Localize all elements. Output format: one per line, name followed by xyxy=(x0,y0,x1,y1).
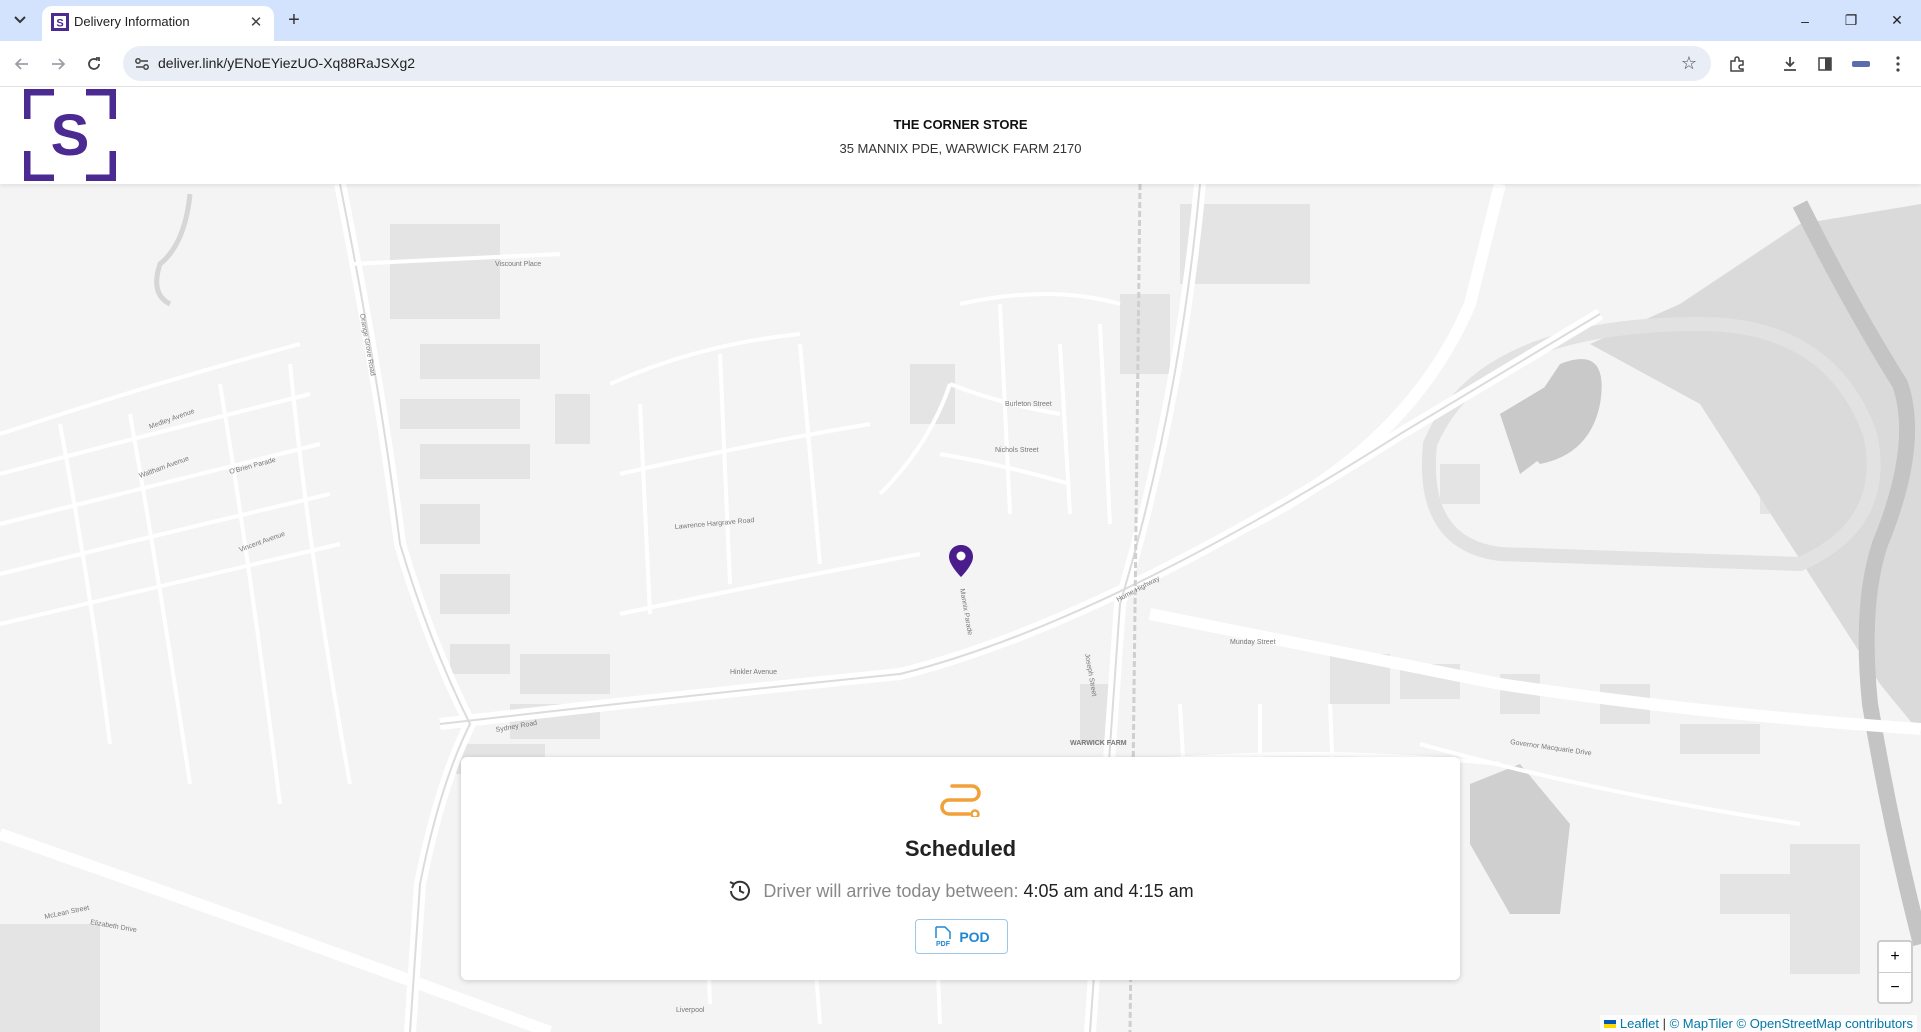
store-header: S THE CORNER STORE 35 MANNIX PDE, WARWIC… xyxy=(0,87,1921,184)
route-icon xyxy=(940,784,981,817)
svg-text:Burleton Street: Burleton Street xyxy=(1005,401,1052,408)
chevron-down-icon xyxy=(14,16,26,24)
arrow-left-icon xyxy=(14,58,28,70)
url-text[interactable]: deliver.link/yENoEYiezUO-Xq88RaJSXg2 xyxy=(158,55,415,71)
tab-search-button[interactable] xyxy=(8,8,32,32)
back-button[interactable] xyxy=(8,50,36,78)
tab-close-icon[interactable]: ✕ xyxy=(246,12,266,32)
delivery-eta: Driver will arrive today between: 4:05 a… xyxy=(461,878,1460,904)
menu-kebab-icon[interactable] xyxy=(1884,50,1912,78)
bookmark-star-icon[interactable]: ☆ xyxy=(1681,53,1697,74)
attribution-separator: | xyxy=(1662,1016,1666,1031)
tab-title: Delivery Information xyxy=(74,14,190,29)
maptiler-link[interactable]: © MapTiler xyxy=(1670,1016,1733,1031)
site-favicon-icon: S xyxy=(51,13,69,31)
svg-text:Liverpool: Liverpool xyxy=(676,1007,705,1014)
svg-text:Viscount Place: Viscount Place xyxy=(495,261,541,268)
map-attribution: Leaflet | © MapTiler © OpenStreetMap con… xyxy=(1600,1015,1917,1032)
minimize-button[interactable]: – xyxy=(1782,0,1828,41)
new-tab-button[interactable]: + xyxy=(282,8,306,32)
profile-avatar-icon[interactable] xyxy=(1847,50,1875,78)
forward-button[interactable] xyxy=(44,50,72,78)
brand-logo: S xyxy=(24,89,116,181)
download-icon[interactable] xyxy=(1776,50,1804,78)
address-bar[interactable]: deliver.link/yENoEYiezUO-Xq88RaJSXg2 ☆ xyxy=(123,46,1711,81)
eta-label: Driver will arrive today between: xyxy=(763,880,1019,901)
restore-button[interactable]: ❐ xyxy=(1828,0,1874,41)
osm-link[interactable]: © OpenStreetMap contributors xyxy=(1737,1016,1914,1031)
delivery-status-card: Scheduled Driver will arrive today betwe… xyxy=(461,757,1460,980)
browser-tab-bar: S Delivery Information ✕ + – ❐ ✕ xyxy=(0,0,1921,41)
svg-text:Nichols Street: Nichols Street xyxy=(995,447,1039,454)
svg-text:WARWICK FARM: WARWICK FARM xyxy=(1070,740,1127,747)
map-zoom-control: + − xyxy=(1877,940,1913,1004)
pod-label: POD xyxy=(959,928,990,945)
extensions-icon[interactable] xyxy=(1723,50,1751,78)
arrow-right-icon xyxy=(52,58,66,70)
svg-text:Munday Street: Munday Street xyxy=(1230,639,1276,646)
delivery-status: Scheduled xyxy=(904,836,1017,861)
clock-history-icon xyxy=(729,880,751,901)
svg-text:S: S xyxy=(56,18,63,30)
pdf-file-icon: PDF xyxy=(935,925,952,948)
reload-icon xyxy=(88,57,100,70)
eta-time: 4:05 am and 4:15 am xyxy=(1023,880,1194,901)
zoom-out-button[interactable]: − xyxy=(1879,973,1911,1003)
zoom-in-button[interactable]: + xyxy=(1879,942,1911,973)
reload-button[interactable] xyxy=(80,50,108,78)
delivery-location-pin-icon[interactable] xyxy=(949,545,973,577)
leaflet-link[interactable]: Leaflet xyxy=(1620,1016,1659,1031)
side-panel-icon[interactable] xyxy=(1811,50,1839,78)
window-close-button[interactable]: ✕ xyxy=(1874,0,1920,41)
svg-text:Hinkler Avenue: Hinkler Avenue xyxy=(730,669,777,676)
site-settings-icon[interactable] xyxy=(133,55,151,73)
browser-toolbar: deliver.link/yENoEYiezUO-Xq88RaJSXg2 ☆ xyxy=(0,41,1921,87)
svg-text:PDF: PDF xyxy=(936,941,951,948)
ukraine-flag-icon xyxy=(1604,1020,1617,1028)
svg-text:S: S xyxy=(51,103,90,168)
pod-button[interactable]: PDF POD xyxy=(915,919,1008,954)
store-name: THE CORNER STORE xyxy=(893,117,1028,132)
browser-tab-active[interactable]: S Delivery Information ✕ xyxy=(42,6,274,41)
store-address: 35 MANNIX PDE, WARWICK FARM 2170 xyxy=(839,141,1082,156)
